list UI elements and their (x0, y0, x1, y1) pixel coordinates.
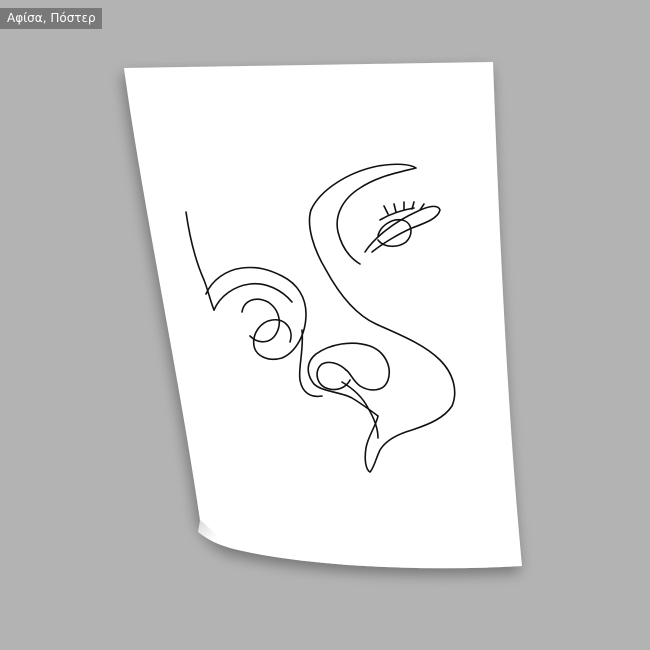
poster-artwork (124, 62, 522, 569)
poster-paper (124, 62, 522, 569)
product-type-label: Αφίσα, Πόστερ (0, 8, 102, 29)
product-preview-canvas: Αφίσα, Πόστερ (0, 0, 650, 650)
